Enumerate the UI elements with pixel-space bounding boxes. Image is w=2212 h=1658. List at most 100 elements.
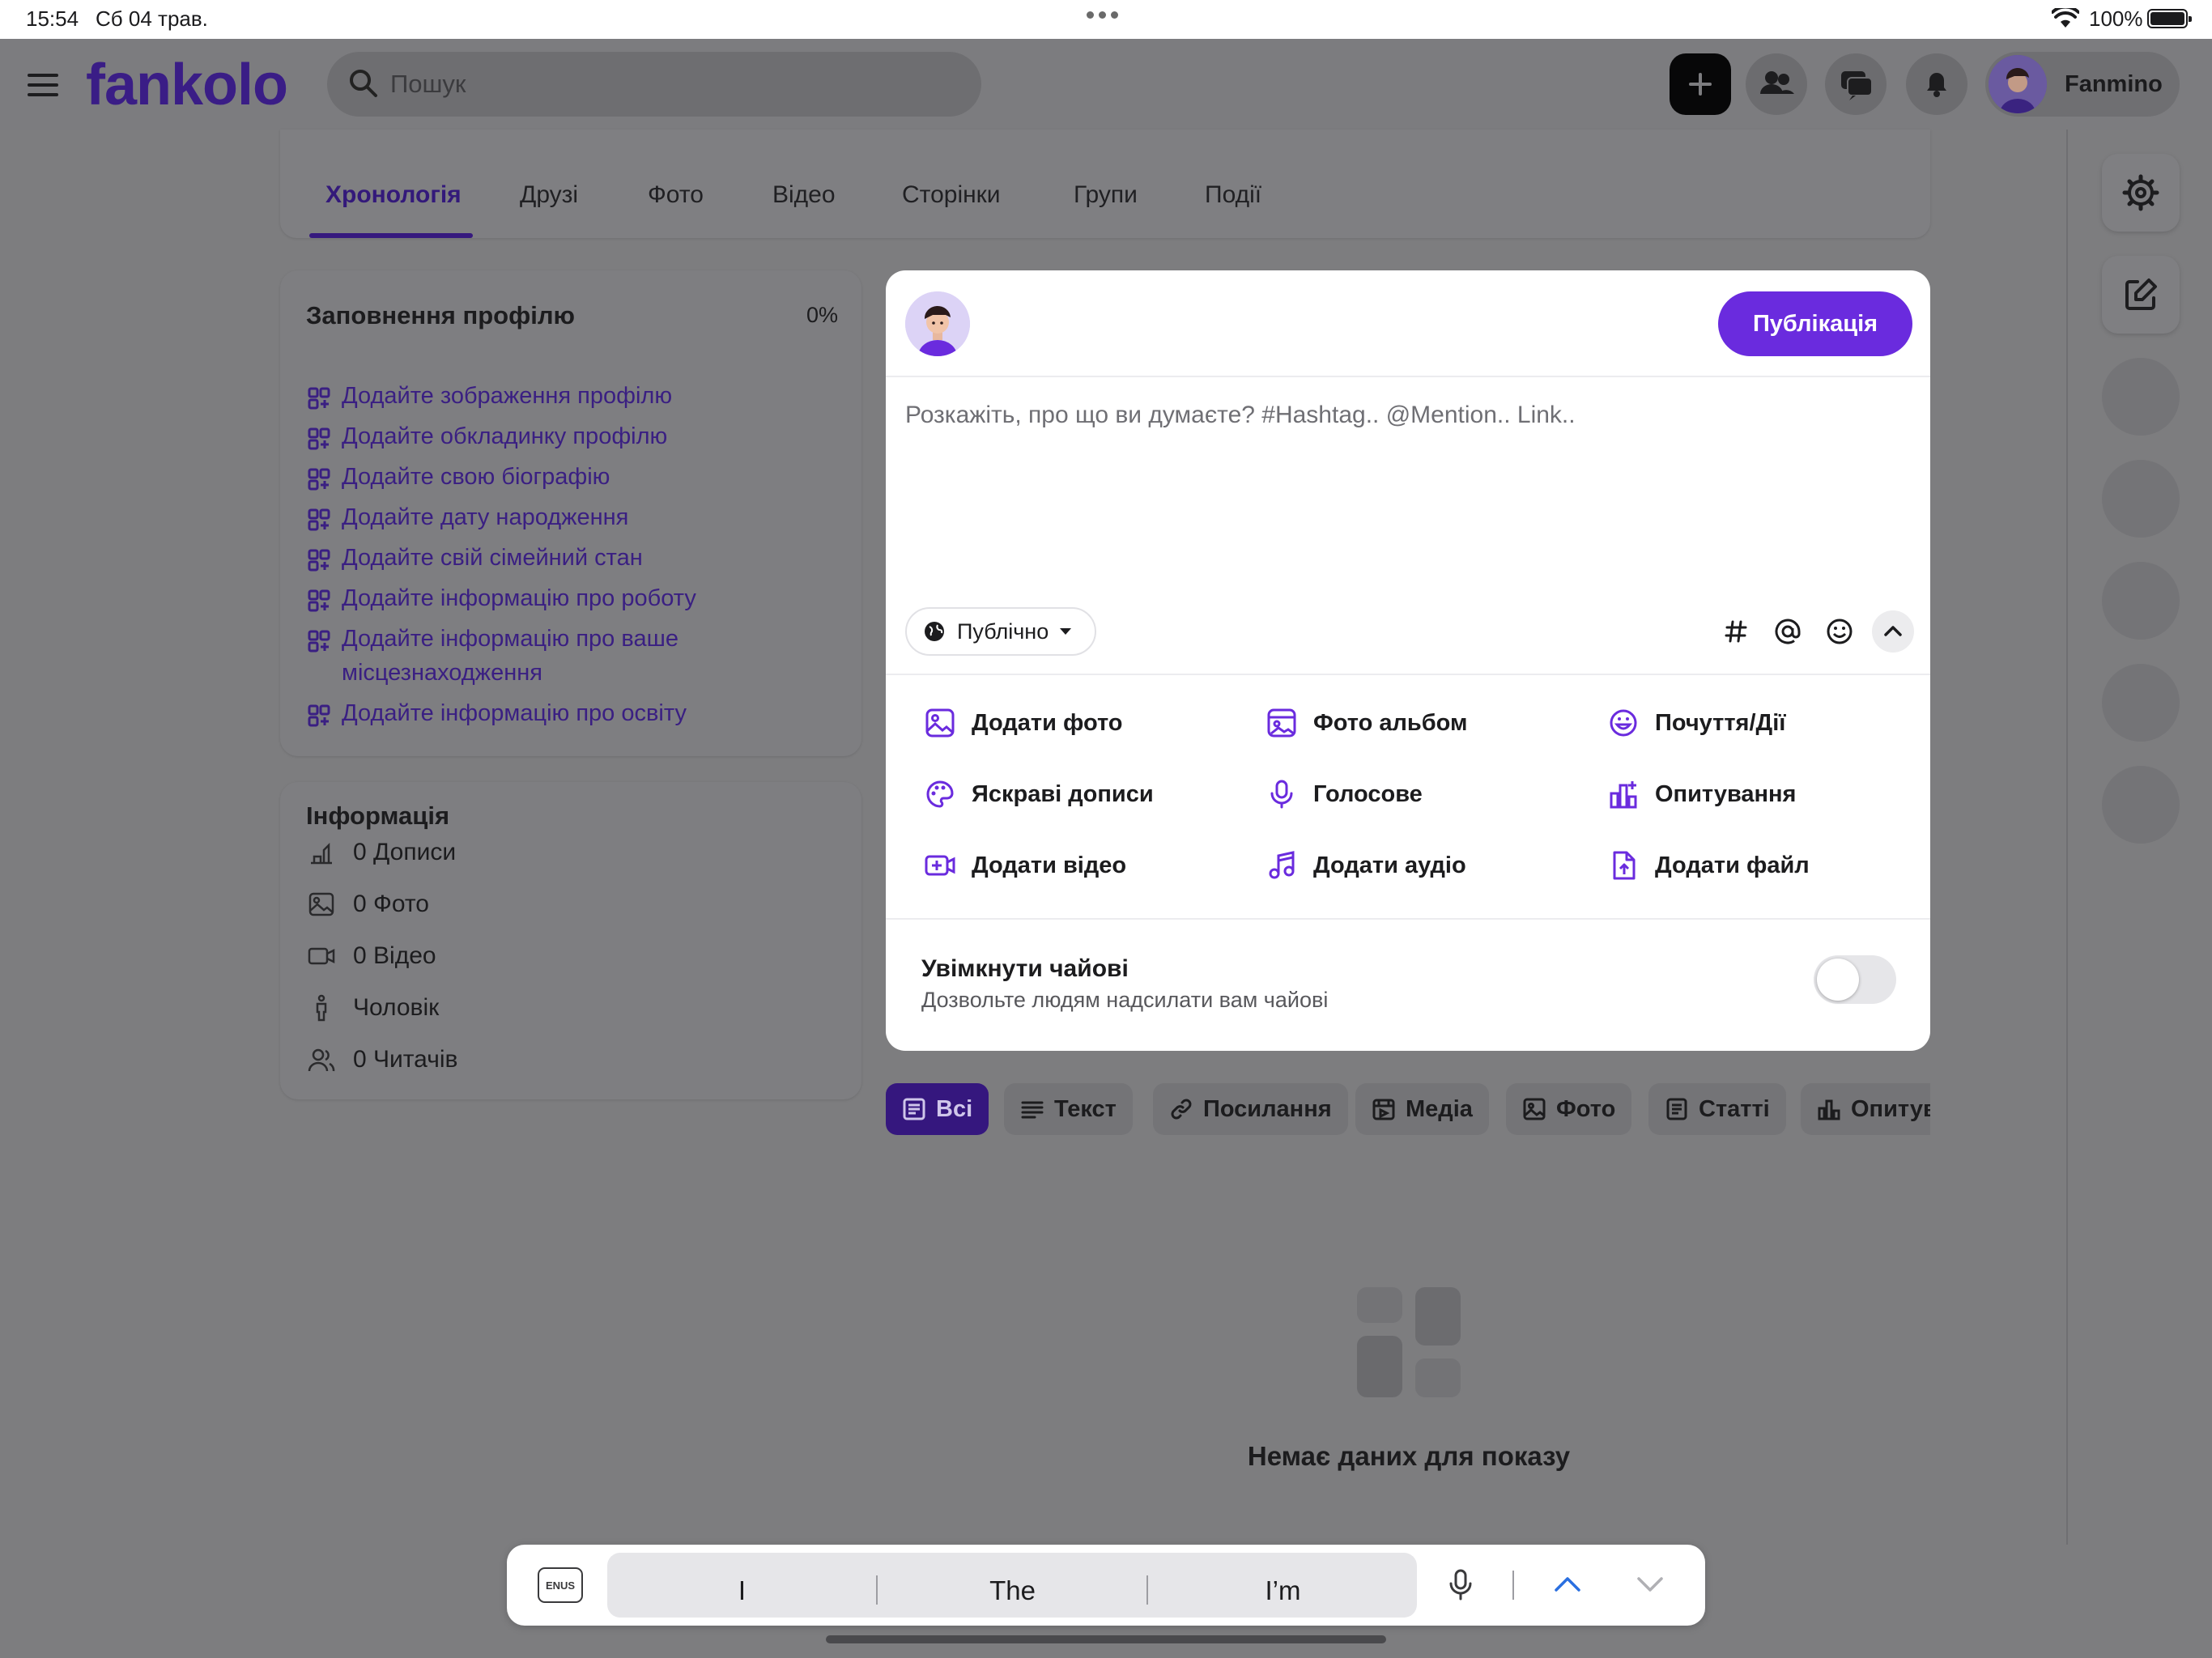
messages-button[interactable] [1825, 53, 1887, 115]
logo[interactable]: fankolo [86, 52, 288, 118]
tips-title: Увімкнути чайові [921, 955, 1129, 982]
info-label: 0 Відео [353, 942, 436, 969]
battery-icon [2147, 9, 2192, 28]
divider [1512, 1571, 1514, 1600]
search-icon [348, 68, 379, 99]
info-photos: 0 Фото [308, 891, 429, 918]
profile-task-link[interactable]: Додайте обкладинку профілю [308, 419, 834, 453]
filter-links[interactable]: Посилання [1153, 1083, 1348, 1135]
multitasking-dots-icon[interactable] [1087, 11, 1118, 19]
profile-task-label: Додайте інформацію про освіту [342, 700, 687, 726]
publish-button[interactable]: Публікація [1718, 291, 1912, 356]
collapse-button[interactable] [1872, 610, 1914, 653]
home-indicator[interactable] [826, 1635, 1386, 1643]
colored-posts-option[interactable]: Яскраві дописи [925, 779, 1154, 810]
settings-button[interactable] [2102, 154, 2180, 232]
sidebar-placeholder [2102, 460, 2180, 538]
option-label: Додати відео [972, 852, 1127, 878]
microphone-icon[interactable] [1448, 1569, 1474, 1601]
chevron-down-icon[interactable] [1634, 1572, 1666, 1596]
keyboard-language-button[interactable]: ENUS [538, 1567, 583, 1603]
tab-events[interactable]: Події [1205, 181, 1261, 209]
sidebar-placeholder [2102, 766, 2180, 844]
emoji-icon [1610, 709, 1637, 737]
tips-toggle[interactable] [1814, 955, 1896, 1004]
info-followers: 0 Читачів [308, 1046, 457, 1073]
filter-label: Всі [936, 1095, 973, 1122]
option-label: Голосове [1313, 780, 1423, 807]
suggestion-word[interactable]: The [878, 1575, 1147, 1606]
profile-task-link[interactable]: Додайте зображення профілю [308, 379, 834, 413]
voice-option[interactable]: Голосове [1266, 779, 1423, 810]
battery-percent: 100% [2089, 6, 2143, 31]
grid-add-icon [308, 549, 330, 572]
profile-task-link[interactable]: Додайте свій сімейний стан [308, 541, 834, 575]
grid-add-icon [308, 427, 330, 450]
profile-task-link[interactable]: Додайте інформацію про освіту [308, 696, 834, 730]
filter-label: Медіа [1406, 1095, 1473, 1122]
suggestion-word[interactable]: I’m [1148, 1575, 1418, 1606]
feelings-option[interactable]: Почуття/Дії [1608, 708, 1785, 738]
filter-label: Посилання [1203, 1095, 1332, 1122]
photo-album-option[interactable]: Фото альбом [1266, 708, 1467, 738]
search-placeholder: Пошук [390, 70, 466, 98]
caret-down-icon [1060, 628, 1072, 635]
filter-label: Статті [1699, 1095, 1770, 1122]
tab-photos[interactable]: Фото [648, 181, 704, 209]
filter-polls[interactable]: Опитування [1801, 1083, 1930, 1135]
info-videos: 0 Відео [308, 942, 436, 970]
info-posts: 0 Дописи [308, 839, 456, 866]
tab-timeline[interactable]: Хронологія [325, 181, 462, 209]
posts-icon [311, 842, 332, 865]
profile-task-link[interactable]: Додайте дату народження [308, 500, 834, 534]
privacy-dropdown[interactable]: Публічно [905, 607, 1096, 656]
profile-task-link[interactable]: Додайте свою біографію [308, 460, 834, 494]
tab-videos[interactable]: Відео [772, 181, 836, 209]
grid-add-icon [308, 387, 330, 410]
poll-option[interactable]: Опитування [1608, 779, 1796, 810]
gear-icon [2122, 174, 2159, 211]
post-textarea[interactable]: Розкажіть, про що ви думаєте? #Hashtag..… [905, 402, 1576, 429]
post-filters: Всі Текст Посилання Медіа Фото Статті Оп… [886, 1077, 1930, 1141]
friends-button[interactable] [1746, 53, 1807, 115]
option-label: Додати аудіо [1313, 852, 1466, 878]
add-audio-option[interactable]: Додати аудіо [1266, 850, 1466, 881]
option-label: Додати файл [1655, 852, 1810, 878]
chevron-up-icon[interactable] [1551, 1572, 1584, 1596]
filter-label: Текст [1054, 1095, 1117, 1122]
option-label: Опитування [1655, 780, 1797, 807]
filter-articles[interactable]: Статті [1648, 1083, 1786, 1135]
sidebar-placeholder [2102, 562, 2180, 640]
profile-task-link[interactable]: Додайте інформацію про ваше місцезнаходж… [308, 622, 761, 690]
filter-photos[interactable]: Фото [1506, 1083, 1632, 1135]
notifications-button[interactable] [1906, 53, 1967, 115]
tab-friends[interactable]: Друзі [520, 181, 578, 209]
grid-add-icon [308, 630, 330, 653]
mention-button[interactable] [1767, 610, 1809, 653]
tab-groups[interactable]: Групи [1074, 181, 1138, 209]
filter-all[interactable]: Всі [886, 1083, 989, 1135]
suggestion-strip: I The I’m [607, 1553, 1417, 1618]
create-button[interactable] [1670, 53, 1731, 115]
info-gender: Чоловік [308, 994, 439, 1022]
profile-task-label: Додайте дату народження [342, 504, 629, 530]
hashtag-button[interactable] [1715, 610, 1757, 653]
add-video-option[interactable]: Додати відео [925, 850, 1126, 881]
profile-menu[interactable]: Fanmino [1985, 52, 2180, 117]
file-upload-icon [1613, 851, 1636, 880]
profile-task-link[interactable]: Додайте інформацію про роботу [308, 581, 834, 615]
add-file-option[interactable]: Додати файл [1608, 850, 1810, 881]
grid-add-icon [308, 508, 330, 531]
emoji-button[interactable] [1819, 610, 1861, 653]
document-icon [1666, 1098, 1687, 1120]
filter-text[interactable]: Текст [1004, 1083, 1133, 1135]
image-icon [308, 892, 334, 916]
search-input[interactable]: Пошук [327, 52, 981, 117]
filter-media[interactable]: Медіа [1355, 1083, 1489, 1135]
info-label: 0 Дописи [353, 839, 457, 865]
add-photo-option[interactable]: Додати фото [925, 708, 1123, 738]
edit-button[interactable] [2102, 256, 2180, 334]
menu-icon[interactable] [28, 74, 58, 96]
suggestion-word[interactable]: I [607, 1575, 877, 1606]
tab-pages[interactable]: Сторінки [902, 181, 1001, 209]
